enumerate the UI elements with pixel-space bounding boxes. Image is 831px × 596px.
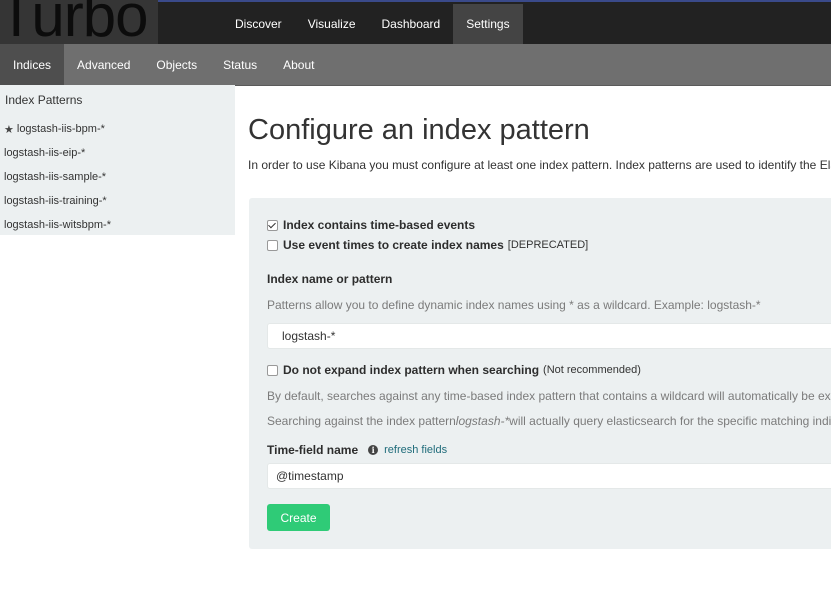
time-based-checkbox[interactable] [267,219,278,231]
star-icon: ★ [4,123,14,136]
expand-help-1: By default, searches against any time-ba… [267,389,831,403]
index-name-help-row: Patterns allow you to define dynamic ind… [267,298,761,312]
sidebar-item-label: logstash-iis-witsbpm-* [4,219,111,231]
time-field-value: @timestamp [276,469,344,483]
index-name-label-row: Index name or pattern [267,272,392,286]
index-name-label: Index name or pattern [267,272,393,286]
not-recommended-note: (Not recommended) [543,364,641,376]
tab-indices[interactable]: Indices [0,44,65,85]
sidebar-heading: Index Patterns [5,93,83,107]
tab-status[interactable]: Status [210,44,270,85]
sidebar-item-label: logstash-iis-bpm-* [16,123,105,135]
time-based-label: Index contains time-based events [283,218,476,232]
time-based-row[interactable]: Index contains time-based events [267,218,475,232]
sidebar-item-logstash-iis-training[interactable]: logstash-iis-training-* [0,189,235,213]
tab-about[interactable]: About [270,44,327,85]
topnav-dashboard[interactable]: Dashboard [369,4,454,44]
expand-help-2-prefix: Searching against the index pattern [267,414,456,428]
event-times-row[interactable]: Use event times to create index names [D… [267,238,588,252]
app-logo[interactable]: Turbo [0,0,149,44]
index-name-help: Patterns allow you to define dynamic ind… [267,298,761,312]
expand-help-2-pattern: logstash-* [455,414,510,428]
deprecated-note: [DEPRECATED] [507,239,589,251]
topnav-settings[interactable]: Settings [453,4,523,44]
index-patterns-sidebar: Index Patterns ★ logstash-iis-bpm-* logs… [0,85,235,235]
sidebar-item-logstash-iis-witsbpm[interactable]: logstash-iis-witsbpm-* [0,213,235,237]
expand-help-row-2: Searching against the index pattern logs… [267,414,831,428]
time-field-row: Time-field name i refresh fields [267,443,447,457]
page-title: Configure an index pattern [248,114,590,146]
index-name-value: logstash-* [282,329,336,343]
topnav-discover[interactable]: Discover [222,4,295,44]
index-pattern-list: ★ logstash-iis-bpm-* logstash-iis-eip-* … [0,117,235,237]
time-field-select[interactable]: @timestamp [267,463,831,489]
no-expand-row[interactable]: Do not expand index pattern when searchi… [267,363,641,377]
event-times-checkbox[interactable] [267,239,278,251]
info-icon[interactable]: i [368,445,379,455]
sidebar-item-logstash-iis-eip[interactable]: logstash-iis-eip-* [0,141,235,165]
topnav-visualize[interactable]: Visualize [295,4,369,44]
intro-text: In order to use Kibana you must configur… [248,158,831,172]
sidebar-item-label: logstash-iis-training-* [4,195,107,207]
index-pattern-form: Index contains time-based events Use eve… [249,198,831,549]
sidebar-item-logstash-iis-bpm[interactable]: ★ logstash-iis-bpm-* [0,117,235,141]
expand-help-2-suffix: will actually query elasticsearch for th… [509,414,831,428]
tab-objects[interactable]: Objects [143,44,210,85]
no-expand-checkbox[interactable] [267,364,278,376]
sidebar-item-label: logstash-iis-eip-* [4,147,86,159]
sidebar-item-label: logstash-iis-sample-* [4,171,107,183]
refresh-fields-link[interactable]: refresh fields [384,444,447,456]
tab-advanced[interactable]: Advanced [64,44,143,85]
event-times-label: Use event times to create index names [283,238,504,252]
index-name-input[interactable]: logstash-* [267,323,831,349]
top-navbar: Turbo Discover Visualize Dashboard Setti… [0,0,831,44]
top-nav-menu: Discover Visualize Dashboard Settings [222,4,523,44]
create-button[interactable]: Create [267,504,330,531]
expand-help-row-1: By default, searches against any time-ba… [267,389,831,403]
time-field-label: Time-field name [267,443,359,457]
sidebar-item-logstash-iis-sample[interactable]: logstash-iis-sample-* [0,165,235,189]
no-expand-label: Do not expand index pattern when searchi… [283,363,540,377]
settings-subnav: Indices Advanced Objects Status About [0,44,831,86]
